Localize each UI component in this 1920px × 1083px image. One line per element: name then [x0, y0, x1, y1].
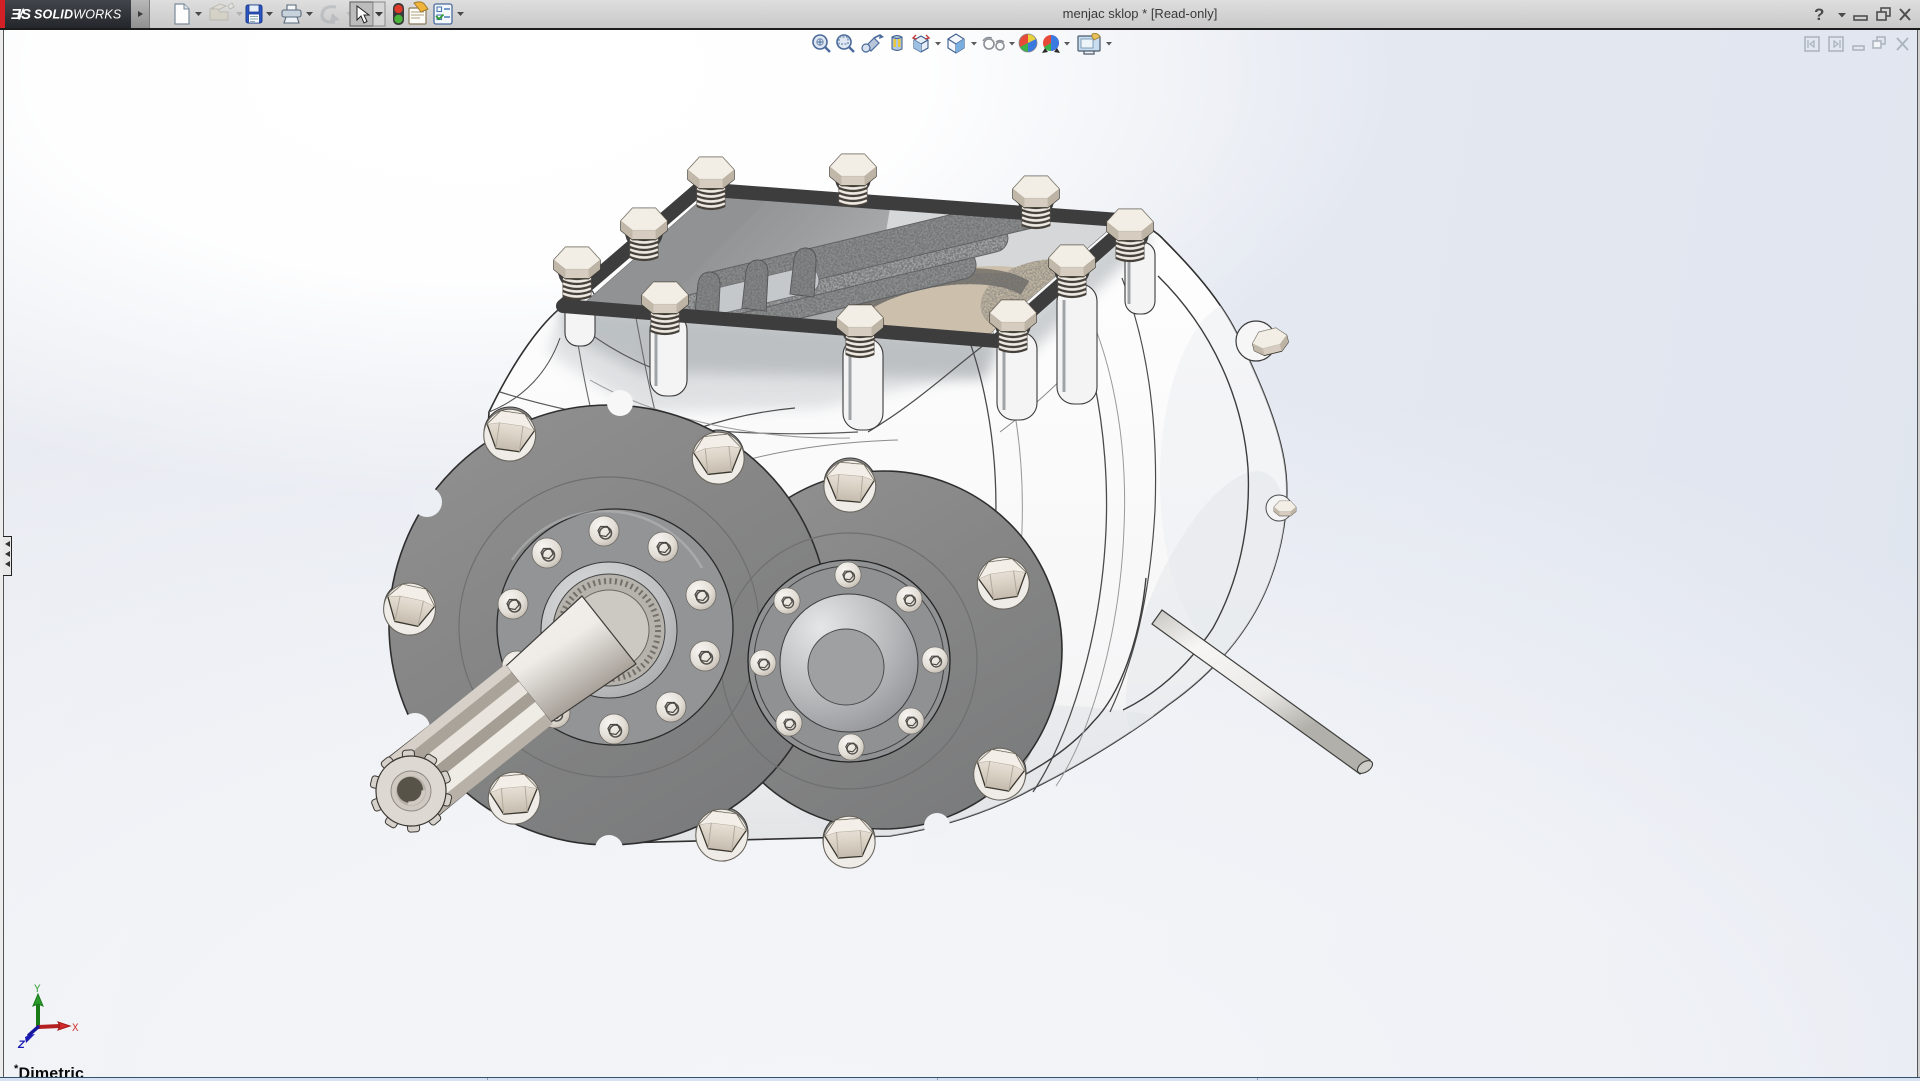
- svg-text:SOLIDWORKS: SOLIDWORKS: [34, 8, 122, 22]
- svg-text:Z: Z: [17, 1039, 26, 1050]
- svg-text:Y: Y: [34, 984, 41, 996]
- svg-text:X: X: [72, 1023, 79, 1035]
- svg-text:?: ?: [1814, 5, 1824, 24]
- svg-text:Ǝ̸S: Ǝ̸S: [11, 6, 31, 23]
